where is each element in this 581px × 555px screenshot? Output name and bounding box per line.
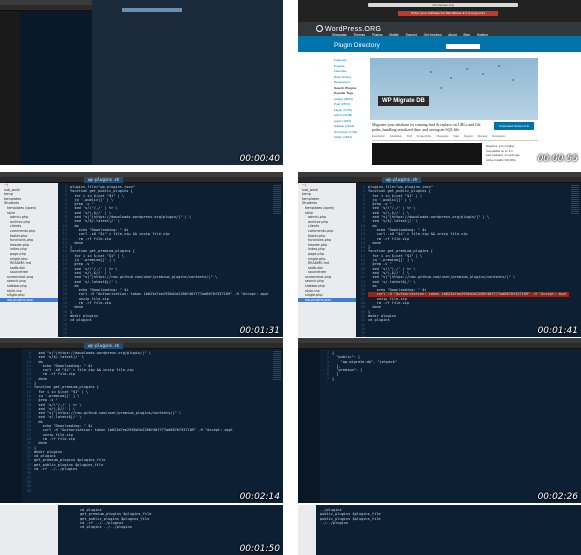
timestamp: 00:01:31 [239, 326, 280, 336]
logo-text: WordPress.ORG [325, 26, 382, 33]
tab[interactable]: Screenshots [417, 135, 431, 138]
plugin-title: WP Migrate DB [378, 96, 429, 106]
wordpress-logo[interactable]: WordPress.ORG [316, 25, 381, 33]
thumbnail-5[interactable]: wp-plugins.sh 8 9 10 11 12 13 14 15 16 17 18 19 20 21… [0, 338, 283, 503]
plugin-tabs: Description Installation FAQ Screenshots… [372, 135, 538, 141]
sidebar [0, 11, 20, 165]
download-button[interactable]: Download Version 0.8 [494, 122, 534, 130]
thumbnail-4[interactable]: wp-plugins.sh ~/sub_work temp templates Stu… [298, 172, 581, 337]
file-sidebar [0, 505, 58, 555]
screenshot-preview [372, 143, 482, 165]
plugin-description: Migrates your database by running find &… [372, 122, 481, 132]
thumbnail-6[interactable]: 1234567 { "public": [ "wp-migrate-db", "… [298, 338, 581, 503]
thumbnail-3[interactable]: wp-plugins.sh ~/sub_work temp templates Stu… [0, 172, 283, 337]
timestamp: 00:01:50 [239, 544, 280, 554]
bird-icon: ᵛ [440, 86, 443, 93]
tab[interactable]: FAQ [407, 135, 412, 138]
bird-icon: ᵛ [482, 72, 485, 79]
gutter-pane [298, 349, 320, 503]
editor-pane-right [92, 0, 283, 165]
tab[interactable]: Developers [492, 135, 505, 138]
code-lines: cd plugins get_premium_plugins $plugins_f… [80, 508, 271, 529]
code-lines: { "public": [ "wp-migrate-db", "jetpack"… [332, 351, 569, 381]
line-number: 36 [356, 335, 365, 337]
code-line: } [332, 376, 335, 381]
thumbnail-8[interactable]: ../plugins public_plugins $plugins_file pu… [298, 505, 581, 555]
file-sidebar [298, 505, 316, 555]
thumbnail-7[interactable]: cd plugins get_premium_plugins $plugins_f… [0, 505, 283, 555]
line-number: 40 [26, 488, 31, 493]
tab[interactable]: Description [372, 135, 385, 138]
code-line: cd plugins [70, 318, 92, 323]
timestamp: 00:02:14 [239, 492, 280, 502]
bird-icon: ᵛ [450, 76, 453, 83]
tag-link[interactable]: twitter (1541) [334, 135, 364, 141]
plugin-banner: ᵛ ᵛ ᵛ ᵛ ᵛ ᵛ ᵛ WP Migrate DB [370, 58, 538, 120]
line-numbers: 8 9 10 11 12 13 14 15 16 17 18 19 20 21 22 23 24 25 26 27 28… [22, 351, 31, 493]
file-sidebar: ~/sub_work temp templates Students templates… [0, 183, 58, 337]
search-bar[interactable] [122, 8, 182, 12]
tab[interactable]: Stats [453, 135, 459, 138]
code-line: cd plugins ../../plugins [80, 525, 132, 530]
minimap[interactable] [571, 185, 579, 215]
json-editor[interactable]: 1234567 { "public": [ "wp-migrate-db", "… [320, 349, 581, 503]
url-bar[interactable]: wordpress.org [368, 3, 518, 7]
bird-icon: ᵛ [498, 64, 501, 71]
thumbnail-2[interactable]: wordpress.org Enter your address for Wor… [298, 0, 581, 165]
page-title: Plugin Directory [334, 42, 380, 49]
tab[interactable]: Reviews [478, 135, 488, 138]
gutter-pane [0, 349, 22, 503]
code-lines: plugins_file="wp-plugins.json" function g… [368, 185, 569, 323]
file-sidebar: ~/sub_work temp templates Students templates… [298, 183, 356, 337]
line-number: 36 [58, 335, 67, 337]
wordpress-icon [316, 25, 323, 32]
minimap[interactable] [273, 351, 281, 381]
announcement-banner[interactable]: Enter your address for WordPress 4.3 (Lo… [398, 11, 498, 16]
timestamp: 00:00:55 [537, 154, 578, 164]
code-editor[interactable]: 8 9 10 11 12 13 14 15 16 17 18 19 20 21 22 23 24 25 26 27 28… [22, 349, 283, 503]
code-line: ../../plugins [320, 520, 349, 525]
line-numbers: 1234567 [320, 351, 329, 381]
thumbnail-1[interactable]: 00:00:40 [0, 0, 283, 165]
left-column: Featured Popular Favorites Beta Testing … [334, 58, 364, 141]
code-lines: ../plugins public_plugins $plugins_file pu… [320, 508, 569, 525]
code-line: cd plugins [368, 318, 390, 323]
tab[interactable]: Installation [390, 135, 402, 138]
sidebar-item[interactable]: wp-plugins.json [298, 297, 356, 303]
tab[interactable]: Changelog [436, 135, 449, 138]
sidebar-item[interactable]: wp-plugins.json [0, 297, 58, 303]
code-lines: plugins_file="wp-plugins.json" function g… [70, 185, 271, 323]
editor-pane [20, 11, 92, 165]
bird-icon: ᵛ [512, 78, 515, 85]
timestamp: 00:02:26 [537, 492, 578, 502]
code-line: cd -rf ../../plugins [34, 467, 78, 472]
minimap[interactable] [273, 185, 281, 215]
code-editor[interactable]: 1 2 3 4 5 6 7 8 9 10 11 12 13 14 15 16 17 18 19 20 21 22 23 24 2… [58, 183, 283, 337]
line-numbers: 1 2 3 4 5 6 7 8 9 10 11 12 13 14 15 16 17 18 19 20 21 22 23 24 2… [58, 185, 67, 337]
timestamp: 00:01:41 [537, 326, 578, 336]
search-input[interactable] [446, 44, 480, 49]
code-lines: sed "s|^|https://downloads.wordpress.org… [34, 351, 271, 471]
tab[interactable]: Support [464, 135, 473, 138]
timestamp: 00:00:40 [239, 154, 280, 164]
bird-icon: ᵛ [430, 70, 433, 77]
code-editor[interactable]: 1 2 3 4 5 6 7 8 9 10 11 12 13 14 15 16 17 18 19 20 21 22 23 24 2… [356, 183, 581, 337]
bird-icon: ᵛ [466, 67, 469, 74]
line-numbers: 1 2 3 4 5 6 7 8 9 10 11 12 13 14 15 16 17 18 19 20 21 22 23 24 2… [356, 185, 365, 337]
line-number: 7 [326, 376, 329, 381]
